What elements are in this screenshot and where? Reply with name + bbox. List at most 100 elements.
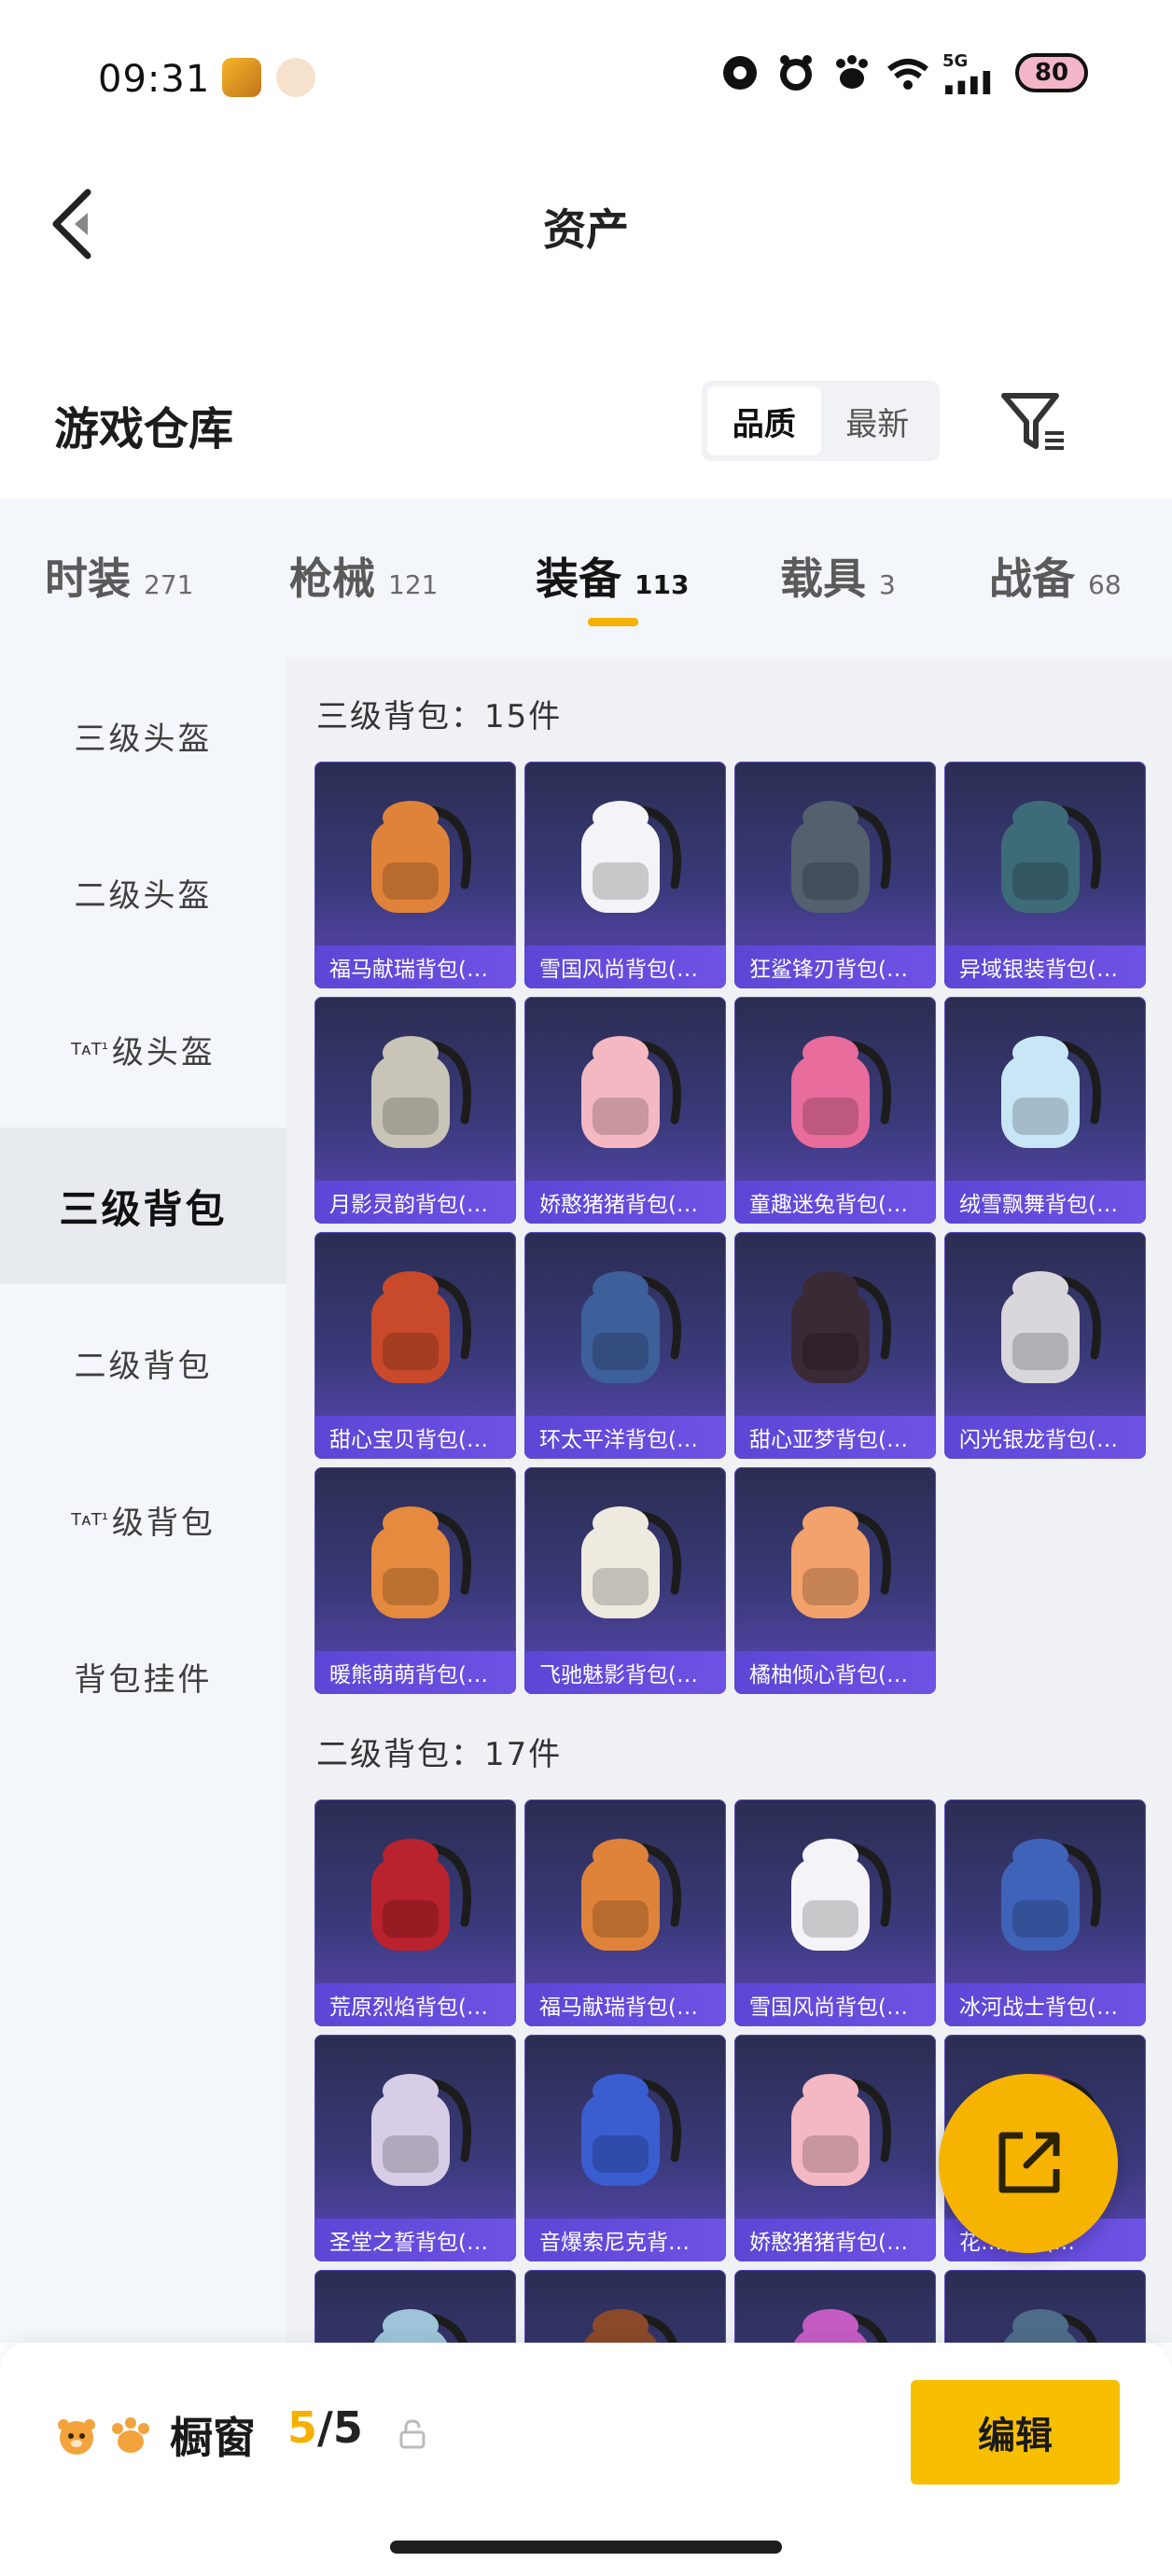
item-card[interactable]: 圣堂之誓背包(… xyxy=(314,2035,516,2261)
sort-quality-button[interactable]: 品质 xyxy=(707,386,821,455)
item-card[interactable]: 绒雪飘舞背包(… xyxy=(944,997,1146,1224)
tab-combat-gear[interactable]: 战备 68 xyxy=(989,545,1122,607)
item-card[interactable]: 福马献瑞背包(… xyxy=(314,762,516,988)
item-card[interactable]: 福马献瑞背包(… xyxy=(524,1799,726,2026)
category-tabs: 时装 271 枪械 121 装备 113 载具 3 战备 68 xyxy=(0,498,1172,657)
filter-button[interactable] xyxy=(998,386,1069,457)
subcategory-sidebar: 三级头盔 二级头盔 TᴀT¹ 级头盔 三级背包 二级背包 TᴀT¹ 级背包 背包… xyxy=(0,657,286,2343)
status-time: 09:31 xyxy=(98,58,211,101)
active-tab-indicator xyxy=(588,618,638,626)
item-card[interactable]: 荒原烈焰背包(… xyxy=(314,1799,516,2026)
item-name: 闪光银龙背包(… xyxy=(944,1416,1146,1459)
tab-label: 时装 xyxy=(45,553,131,604)
status-bar: 09:31 5G 80 xyxy=(0,0,1172,159)
backpack-icon xyxy=(791,1839,891,1951)
item-name: 甜心亚梦背包(… xyxy=(734,1416,936,1459)
sidebar-item-tat-helmet[interactable]: TᴀT¹ 级头盔 xyxy=(0,971,286,1127)
item-name: 音爆索尼克背… xyxy=(524,2219,726,2261)
item-name: 飞驰魅影背包(… xyxy=(524,1651,726,1694)
item-name: 异域银装背包(… xyxy=(944,945,1146,988)
backpack-icon xyxy=(581,2074,681,2186)
item-card[interactable]: 娇憨猪猪背包(… xyxy=(524,997,726,1224)
backpack-icon xyxy=(1001,801,1101,913)
item-card[interactable]: 童趣迷兔背包(… xyxy=(734,997,936,1224)
backpack-icon xyxy=(791,2074,891,2186)
app-header: 资产 xyxy=(0,159,1172,289)
item-card[interactable]: 橘柚倾心背包(… xyxy=(734,1467,936,1694)
item-card[interactable]: 冰河战士背包(… xyxy=(944,1799,1146,2026)
item-card[interactable]: 闪光银龙背包(… xyxy=(944,1232,1146,1459)
backpack-icon xyxy=(791,1036,891,1148)
backpack-icon xyxy=(791,1271,891,1383)
section-title-level2-backpack: 二级背包：17件 xyxy=(316,1736,563,1773)
share-button[interactable] xyxy=(939,2074,1118,2253)
item-name: 福马献瑞背包(… xyxy=(314,945,516,988)
item-card[interactable]: 环太平洋背包(… xyxy=(524,1232,726,1459)
sidebar-item-label: 二级头盔 xyxy=(74,876,213,915)
item-grid-level2-backpack: 荒原烈焰背包(… 福马献瑞背包(… 雪国风尚背包(… 冰河战士背包(… 圣堂之誓背包(…… xyxy=(314,1799,1146,2343)
backpack-icon xyxy=(1001,1839,1101,1951)
showcase-title: 橱窗 xyxy=(170,2413,256,2463)
sidebar-item-tat-backpack[interactable]: TᴀT¹ 级背包 xyxy=(0,1441,286,1598)
tab-fashion[interactable]: 时装 271 xyxy=(45,545,193,607)
warehouse-title: 游戏仓库 xyxy=(54,403,234,455)
sidebar-item-level2-helmet[interactable]: 二级头盔 xyxy=(0,814,286,971)
showcase-bar: 橱窗 5/5 编辑 xyxy=(0,2343,1172,2576)
backpack-icon xyxy=(371,1036,471,1148)
item-card[interactable] xyxy=(944,2270,1146,2343)
tat-logo: TᴀT¹ xyxy=(71,1509,108,1530)
item-card[interactable]: 音爆索尼克背… xyxy=(524,2035,726,2261)
flower-icon xyxy=(719,51,761,94)
backpack-icon xyxy=(371,801,471,913)
tab-equipment[interactable]: 装备 113 xyxy=(536,545,689,607)
item-card[interactable]: 娇憨猪猪背包(… xyxy=(734,2035,936,2261)
sidebar-item-level3-backpack[interactable]: 三级背包 xyxy=(0,1127,286,1284)
item-name: 橘柚倾心背包(… xyxy=(734,1651,936,1694)
wifi-icon xyxy=(886,51,929,94)
backpack-icon xyxy=(583,2309,677,2343)
tab-firearms[interactable]: 枪械 121 xyxy=(289,545,438,607)
sort-toggle: 品质 最新 xyxy=(702,381,940,461)
item-name: 福马献瑞背包(… xyxy=(524,1983,726,2026)
backpack-icon xyxy=(791,801,891,913)
item-name: 圣堂之誓背包(… xyxy=(314,2219,516,2261)
showcase-total: 5 xyxy=(332,2402,363,2453)
item-card[interactable]: 月影灵韵背包(… xyxy=(314,997,516,1224)
backpack-icon xyxy=(371,2074,471,2186)
share-icon xyxy=(998,2132,1060,2193)
item-card[interactable]: 暖熊萌萌背包(… xyxy=(314,1467,516,1694)
sidebar-item-backpack-charm[interactable]: 背包挂件 xyxy=(0,1598,286,1755)
showcase-icons xyxy=(54,2414,153,2458)
alarm-icon xyxy=(774,51,817,94)
item-name: 暖熊萌萌背包(… xyxy=(314,1651,516,1694)
item-card[interactable]: 甜心亚梦背包(… xyxy=(734,1232,936,1459)
item-card[interactable]: 甜心宝贝背包(… xyxy=(314,1232,516,1459)
backpack-icon xyxy=(581,1506,681,1618)
home-indicator xyxy=(390,2541,782,2554)
item-card[interactable]: 飞驰魅影背包(… xyxy=(524,1467,726,1694)
item-name: 冰河战士背包(… xyxy=(944,1983,1146,2026)
sidebar-item-level2-backpack[interactable]: 二级背包 xyxy=(0,1284,286,1441)
status-icons: 5G 80 xyxy=(719,51,1088,94)
item-card[interactable] xyxy=(734,2270,936,2343)
tab-label: 载具 xyxy=(780,553,866,604)
game-app-icon xyxy=(222,58,261,97)
item-card[interactable]: 异域银装背包(… xyxy=(944,762,1146,988)
filter-icon xyxy=(1001,393,1064,450)
item-card[interactable] xyxy=(524,2270,726,2343)
backpack-icon xyxy=(581,801,681,913)
showcase-current: 5 xyxy=(287,2402,318,2453)
sort-newest-button[interactable]: 最新 xyxy=(821,386,935,455)
section-title-level3-backpack: 三级背包：15件 xyxy=(316,698,563,735)
sidebar-item-level3-helmet[interactable]: 三级头盔 xyxy=(0,657,286,814)
item-card[interactable]: 雪国风尚背包(… xyxy=(734,1799,936,2026)
showcase-count: 5/5 xyxy=(287,2402,363,2453)
item-card[interactable]: 狂鲨锋刃背包(… xyxy=(734,762,936,988)
edit-button[interactable]: 编辑 xyxy=(911,2380,1120,2485)
item-card[interactable] xyxy=(314,2270,516,2343)
item-card[interactable]: 雪国风尚背包(… xyxy=(524,762,726,988)
showcase-separator: / xyxy=(317,2402,333,2453)
sidebar-item-label: 三级背包 xyxy=(59,1185,228,1232)
tab-vehicles[interactable]: 载具 3 xyxy=(780,545,896,607)
backpack-icon xyxy=(793,2309,887,2343)
